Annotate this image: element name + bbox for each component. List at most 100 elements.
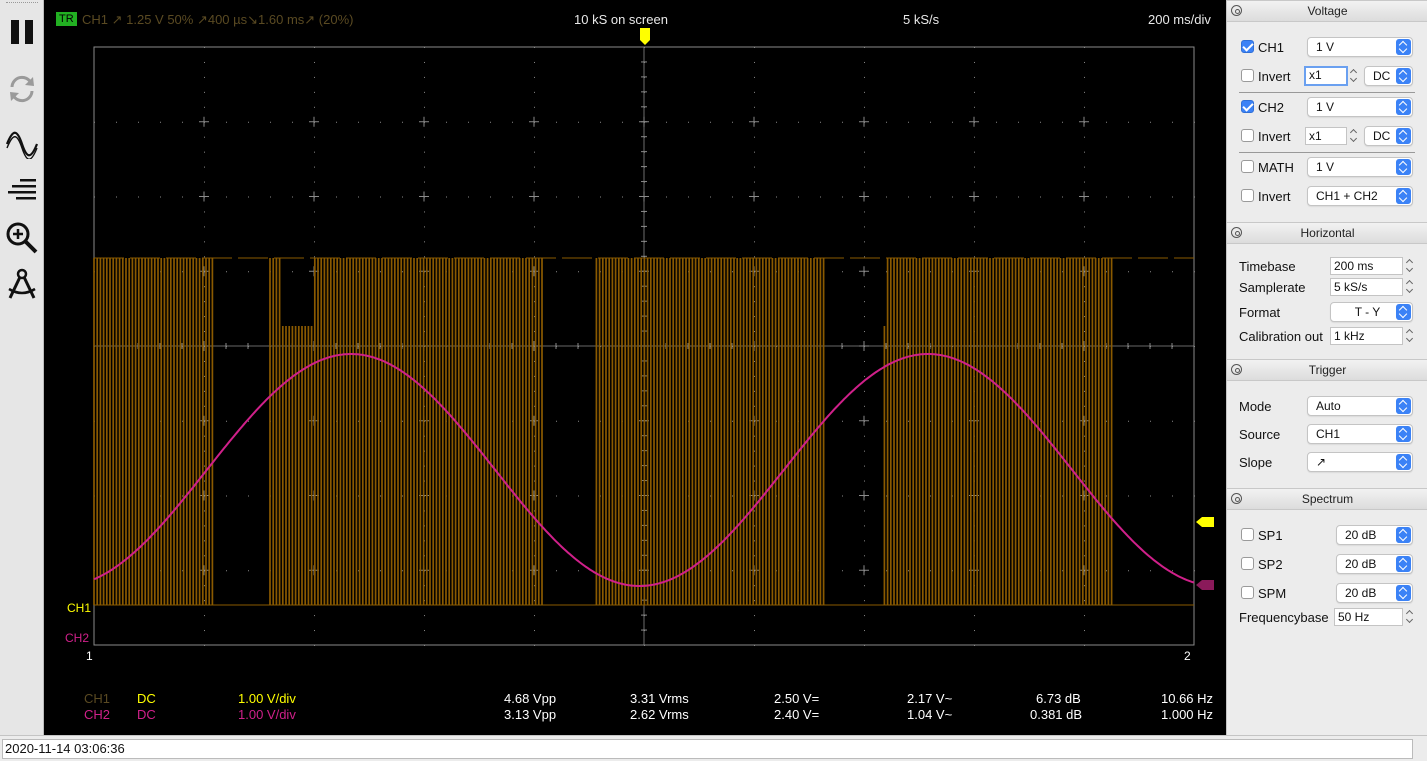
voltage-section-header[interactable]: Voltage [1227,0,1427,22]
trigger-section-header[interactable]: Trigger [1227,359,1427,381]
grid-dot [204,226,205,228]
ch2-coupling-select[interactable]: DC [1364,126,1413,146]
divider [1239,152,1415,153]
refresh-button[interactable] [4,71,40,107]
grid-dot [534,47,535,48]
cursor-1-label: 1 [86,649,93,663]
grid-dot [490,121,491,123]
grid-dot [534,226,535,228]
timebase-stepper[interactable] [1406,257,1415,275]
grid-dot [666,196,667,198]
grid-dot [864,136,865,138]
toolbar-grip[interactable] [6,2,38,5]
grid-dot [864,615,865,617]
ch2-probe-input[interactable]: x1 [1305,127,1347,145]
grid-dot [864,121,865,123]
grid-dot [182,196,183,198]
ch1-invert-checkbox[interactable] [1241,69,1254,82]
timebase-input[interactable]: 200 ms [1330,257,1403,275]
scope-display[interactable]: TR CH1 ↗ 1.25 V 50% ↗400 µs↘1.60 ms↗ (20… [44,0,1226,735]
format-select[interactable]: T - Y [1330,302,1413,322]
grid-dot [754,600,755,602]
ch1-enable-checkbox[interactable] [1241,40,1254,53]
grid-dot [754,540,755,542]
ch1-probe-stepper[interactable] [1350,67,1359,85]
grid-dot [1106,196,1107,198]
grid-dot [1084,301,1085,303]
zoom-button[interactable] [4,220,40,256]
ch2-invert-checkbox[interactable] [1241,129,1254,142]
pause-button[interactable] [4,14,40,50]
ch1-coupling-select[interactable]: DC [1364,66,1413,86]
grid-dot [1194,121,1195,123]
undock-icon[interactable] [1231,227,1242,238]
grid-dot [204,450,205,452]
grid-dot [754,435,755,437]
trigger-position-marker [640,28,650,45]
grid-dot [710,196,711,198]
grid-dot [204,106,205,108]
meas-ch1-coupling: DC [137,691,156,706]
math-gain-select[interactable]: 1 V [1307,157,1413,177]
undock-icon[interactable] [1231,5,1242,16]
sp1-checkbox[interactable] [1241,528,1254,541]
math-enable-checkbox[interactable] [1241,160,1254,173]
ch2-probe-stepper[interactable] [1350,127,1359,145]
measure-button[interactable] [4,266,40,302]
grid-dot [226,570,227,572]
grid-dot [380,570,381,572]
spectrum-section-header[interactable]: Spectrum [1227,488,1427,510]
trigger-source-select[interactable]: CH1 [1307,424,1413,444]
grid-dot [424,630,425,632]
trigger-slope-select[interactable]: ↗ [1307,452,1413,472]
grid-dot [864,420,865,422]
grid-dot [314,211,315,213]
horizontal-section-header[interactable]: Horizontal [1227,222,1427,244]
grid-dot [204,360,205,362]
grid-dot [204,241,205,243]
spm-select[interactable]: 20 dB [1336,583,1413,603]
ch2-gain-select[interactable]: 1 V [1307,97,1413,117]
spm-checkbox[interactable] [1241,586,1254,599]
samplerate-stepper[interactable] [1406,278,1415,296]
grid-dot [1172,420,1173,422]
trigger-mode-select[interactable]: Auto [1307,396,1413,416]
grid-dot [754,121,755,123]
meas-ch2-coupling: DC [137,707,156,722]
math-mode-select[interactable]: CH1 + CH2 [1307,186,1413,206]
grid-dot [226,121,227,123]
grid-dot [1084,211,1085,213]
grid-dot [270,196,271,198]
grid-dot [578,420,579,422]
ch2-enable-checkbox[interactable] [1241,100,1254,113]
grid-dot [864,76,865,78]
samplerate-input[interactable]: 5 kS/s [1330,278,1403,296]
grid-dot [534,256,535,258]
waveform-button[interactable] [4,126,40,162]
grid-dot [864,360,865,362]
meas-ch2-vac: 1.04 V~ [907,707,953,722]
grid-dot [754,47,755,48]
freqbase-input[interactable]: 50 Hz [1334,608,1403,626]
ch1-gain-select[interactable]: 1 V [1307,37,1413,57]
undock-icon[interactable] [1231,493,1242,504]
grid-dot [820,196,821,198]
sp1-select[interactable]: 20 dB [1336,525,1413,545]
undock-icon[interactable] [1231,364,1242,375]
sp2-select[interactable]: 20 dB [1336,554,1413,574]
calibration-input[interactable]: 1 kHz [1330,327,1403,345]
grid-dot [666,121,667,123]
select-arrows-icon [1396,159,1411,175]
calibration-stepper[interactable] [1406,327,1415,345]
grid-dot [204,375,205,377]
grid-dot [1150,271,1151,273]
ch1-probe-input[interactable]: x1 [1304,66,1348,86]
grid-dot [534,151,535,153]
grid-dot [402,420,403,422]
filter-lines-button[interactable] [4,172,40,208]
grid-dot [688,121,689,123]
sp2-checkbox[interactable] [1241,557,1254,570]
math-invert-checkbox[interactable] [1241,189,1254,202]
select-arrows-icon [1396,128,1411,144]
freqbase-stepper[interactable] [1406,608,1415,626]
